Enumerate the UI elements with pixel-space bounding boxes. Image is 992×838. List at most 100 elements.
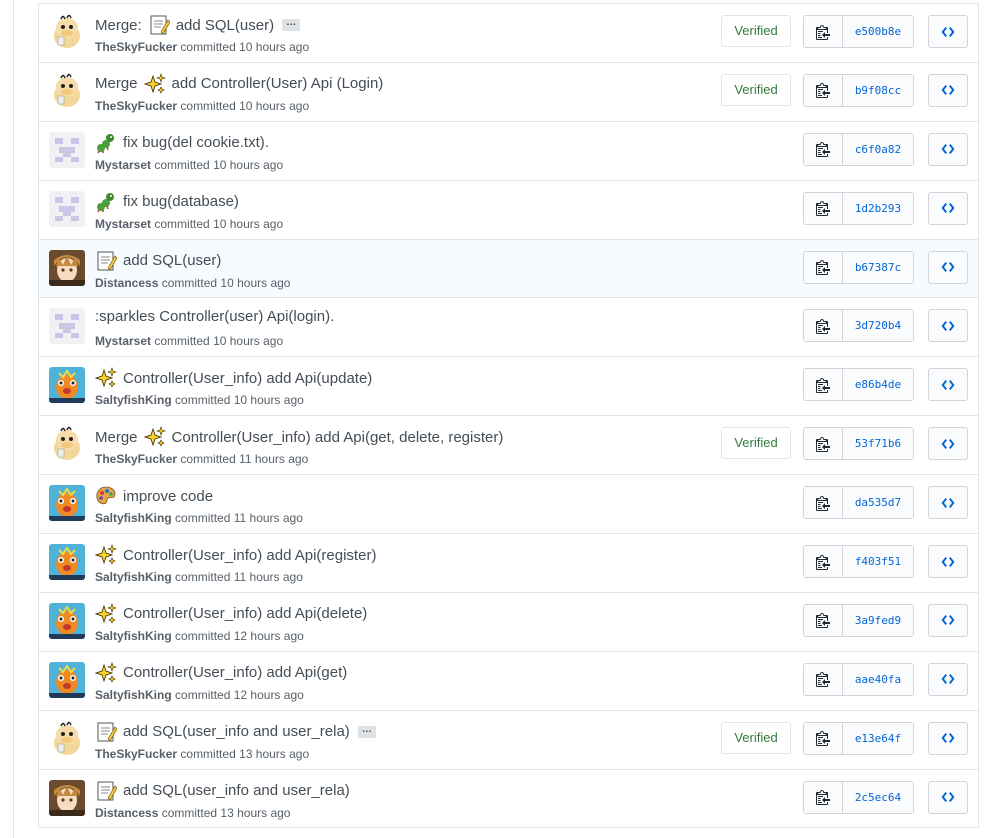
- copy-sha-button[interactable]: [804, 546, 843, 578]
- copy-sha-button[interactable]: [804, 722, 843, 754]
- browse-repo-button[interactable]: [928, 250, 968, 284]
- identicon-avatar[interactable]: [49, 308, 85, 345]
- commit-sha-link[interactable]: 3d720b4: [843, 310, 913, 342]
- commit-sha-link[interactable]: e86b4de: [843, 369, 913, 401]
- anime-avatar[interactable]: [49, 779, 85, 816]
- commit-message-link[interactable]: add SQL(user_info and user_rela): [123, 723, 350, 740]
- identicon-avatar[interactable]: [49, 131, 85, 168]
- commit-sha-link[interactable]: 1d2b293: [843, 192, 913, 224]
- commit-sha-link[interactable]: e500b8e: [843, 16, 913, 47]
- browse-repo-button[interactable]: [928, 721, 968, 755]
- commit-author-link[interactable]: SaltyfishKing: [95, 688, 172, 702]
- browse-repo-button[interactable]: [928, 427, 968, 461]
- browse-repo-button[interactable]: [928, 191, 968, 225]
- commit-message-link[interactable]: add Controller(User) Api (Login): [172, 75, 384, 92]
- browse-repo-button[interactable]: [928, 545, 968, 579]
- bug-emoji: [95, 191, 117, 213]
- commit-message-link[interactable]: fix bug(del cookie.txt).: [123, 134, 269, 151]
- commit-message-link[interactable]: Controller(User_info) add Api(get): [123, 664, 347, 681]
- commit-sha-link[interactable]: 53f71b6: [843, 428, 913, 460]
- commit-message-link[interactable]: add SQL(user): [176, 17, 274, 34]
- commit-author-link[interactable]: TheSkyFucker: [95, 452, 177, 466]
- duck-avatar[interactable]: [49, 720, 85, 757]
- commit-message-link[interactable]: fix bug(database): [123, 193, 239, 210]
- fish-avatar[interactable]: [49, 661, 85, 698]
- commit-author-link[interactable]: Mystarset: [95, 158, 151, 172]
- verified-badge[interactable]: Verified: [721, 73, 791, 106]
- commit-sha-link[interactable]: aae40fa: [843, 663, 913, 695]
- browse-repo-button[interactable]: [928, 132, 968, 166]
- commit-author-link[interactable]: TheSkyFucker: [95, 99, 177, 113]
- commit-title: :sparkles Controller(user) Api(login).: [95, 308, 334, 325]
- duck-avatar[interactable]: [49, 14, 85, 50]
- merge-label[interactable]: Merge: [95, 75, 138, 92]
- fish-avatar[interactable]: [49, 367, 85, 404]
- browse-repo-button[interactable]: [928, 15, 968, 48]
- copy-sha-button[interactable]: [804, 16, 843, 47]
- commit-sha-link[interactable]: e13e64f: [843, 722, 913, 754]
- copy-sha-button[interactable]: [804, 663, 843, 695]
- copy-sha-button[interactable]: [804, 428, 843, 460]
- commit-sha-link[interactable]: 3a9fed9: [843, 604, 913, 636]
- browse-repo-button[interactable]: [928, 486, 968, 520]
- commit-author-link[interactable]: Distancess: [95, 276, 158, 290]
- duck-avatar[interactable]: [49, 72, 85, 109]
- commit-author-link[interactable]: Mystarset: [95, 217, 151, 231]
- expand-message-button[interactable]: …: [282, 18, 301, 31]
- browse-repo-button[interactable]: [928, 662, 968, 696]
- copy-sha-button[interactable]: [804, 310, 843, 342]
- copy-sha-button[interactable]: [804, 192, 843, 224]
- commit-author-link[interactable]: TheSkyFucker: [95, 747, 177, 761]
- commit-author-link[interactable]: SaltyfishKing: [95, 629, 172, 643]
- commit-author-link[interactable]: SaltyfishKing: [95, 511, 172, 525]
- clippy-icon: [816, 377, 830, 393]
- browse-repo-button[interactable]: [928, 73, 968, 107]
- commit-author-link[interactable]: Distancess: [95, 806, 158, 820]
- browse-repo-button[interactable]: [928, 309, 968, 343]
- browse-repo-button[interactable]: [928, 603, 968, 637]
- copy-sha-button[interactable]: [804, 781, 843, 813]
- commit-message-link[interactable]: Controller(User_info) add Api(register): [123, 547, 376, 564]
- browse-repo-button[interactable]: [928, 368, 968, 402]
- commit-author-link[interactable]: SaltyfishKing: [95, 393, 172, 407]
- commit-sha-link[interactable]: b9f08cc: [843, 74, 913, 106]
- verified-badge[interactable]: Verified: [721, 15, 791, 47]
- copy-sha-button[interactable]: [804, 487, 843, 519]
- copy-sha-button[interactable]: [804, 133, 843, 165]
- commit-author-link[interactable]: Mystarset: [95, 334, 151, 348]
- copy-sha-button[interactable]: [804, 604, 843, 636]
- code-icon: [941, 438, 955, 450]
- commit-message-link[interactable]: :sparkles Controller(user) Api(login).: [95, 308, 334, 325]
- fish-avatar[interactable]: [49, 544, 85, 581]
- commit-sha-link[interactable]: f403f51: [843, 546, 913, 578]
- code-icon: [941, 143, 955, 155]
- commit-sha-link[interactable]: da535d7: [843, 487, 913, 519]
- browse-repo-button[interactable]: [928, 780, 968, 814]
- commit-message-link[interactable]: improve code: [123, 488, 213, 505]
- commit-sha-link[interactable]: 2c5ec64: [843, 781, 913, 813]
- merge-label[interactable]: Merge: [95, 429, 138, 446]
- commit-sha-link[interactable]: c6f0a82: [843, 133, 913, 165]
- copy-sha-button[interactable]: [804, 251, 843, 283]
- fish-avatar[interactable]: [49, 602, 85, 639]
- verified-badge[interactable]: Verified: [721, 721, 791, 754]
- commit-message-link[interactable]: Controller(User_info) add Api(get, delet…: [172, 429, 504, 446]
- fish-avatar[interactable]: [49, 485, 85, 522]
- commit-message-link[interactable]: Controller(User_info) add Api(update): [123, 370, 372, 387]
- copy-sha-button[interactable]: [804, 369, 843, 401]
- expand-message-button[interactable]: …: [357, 724, 376, 738]
- duck-avatar[interactable]: [49, 426, 85, 463]
- merge-label[interactable]: Merge:: [95, 17, 142, 34]
- identicon-avatar[interactable]: [49, 190, 85, 227]
- clippy-icon: [816, 495, 830, 511]
- commit-sha-link[interactable]: b67387c: [843, 251, 913, 283]
- commit-author-link[interactable]: TheSkyFucker: [95, 40, 177, 54]
- commit-message-link[interactable]: add SQL(user): [123, 252, 221, 269]
- commit-author-link[interactable]: SaltyfishKing: [95, 570, 172, 584]
- commit-message-link[interactable]: Controller(User_info) add Api(delete): [123, 605, 367, 622]
- commit-title: improve code: [95, 485, 213, 507]
- copy-sha-button[interactable]: [804, 74, 843, 106]
- verified-badge[interactable]: Verified: [721, 427, 791, 460]
- anime-avatar[interactable]: [49, 249, 85, 286]
- commit-message-link[interactable]: add SQL(user_info and user_rela): [123, 782, 350, 799]
